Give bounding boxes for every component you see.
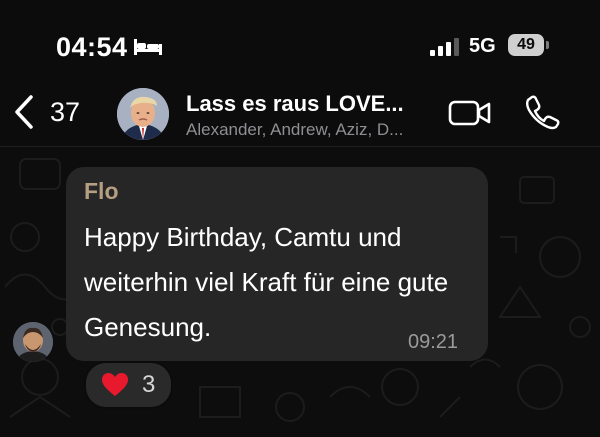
group-avatar-image	[117, 88, 169, 140]
sender-avatar-image	[13, 322, 53, 362]
reaction-count: 3	[142, 371, 156, 398]
status-bar: 04:54 5G 49	[0, 0, 600, 88]
message-timestamp: 09:21	[408, 331, 459, 353]
signal-icon	[430, 38, 459, 56]
back-chevron-icon	[15, 95, 33, 129]
chat-title[interactable]: Lass es raus LOVE...	[186, 91, 404, 117]
reaction-pill[interactable]: 3	[84, 361, 173, 409]
chat-header: 37 Lass es raus LOVE... Alexander, Andre…	[0, 80, 600, 147]
sender-name[interactable]: Flo	[84, 178, 119, 205]
battery-tip	[546, 41, 549, 49]
chat-screen: 04:54 5G 49 37 Lass es raus LOVE... Alex…	[0, 0, 600, 437]
back-button[interactable]: 37	[12, 92, 102, 132]
sender-avatar[interactable]	[13, 322, 53, 362]
video-call-icon[interactable]	[448, 98, 492, 128]
battery-indicator: 49	[508, 34, 544, 56]
network-label: 5G	[469, 35, 496, 57]
unread-count: 37	[50, 96, 81, 127]
bed-icon	[134, 39, 162, 55]
chat-members[interactable]: Alexander, Andrew, Aziz, D...	[186, 120, 403, 140]
message-text: Happy Birthday, Camtu und weiterhin viel…	[84, 222, 449, 342]
group-avatar[interactable]	[117, 88, 169, 140]
status-time: 04:54	[56, 32, 128, 62]
phone-call-icon[interactable]	[524, 94, 560, 130]
heart-icon	[102, 373, 128, 396]
